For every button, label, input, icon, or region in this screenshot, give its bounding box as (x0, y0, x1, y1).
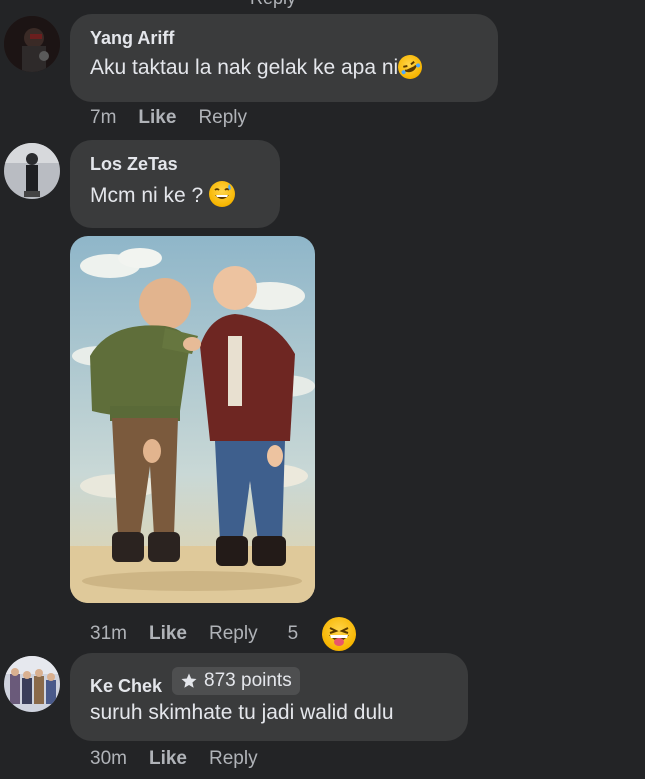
grinning-sweat-emoji-icon (209, 181, 236, 207)
comment-actions: 7m Like Reply (90, 107, 269, 129)
avatar-ke-chek[interactable] (4, 656, 60, 712)
like-button[interactable]: Like (149, 623, 187, 645)
comment-image-attachment[interactable] (70, 236, 315, 603)
comment-text: Aku taktau la nak gelak ke apa ni (90, 51, 478, 83)
like-button[interactable]: Like (138, 107, 176, 129)
comment-timestamp[interactable]: 31m (90, 623, 127, 645)
comment-author: Ke Chek 873 points (90, 667, 448, 697)
points-label: 873 points (204, 670, 292, 691)
comment-timestamp[interactable]: 30m (90, 748, 127, 770)
points-badge[interactable]: 873 points (172, 667, 300, 695)
star-icon (180, 672, 198, 690)
reaction-count[interactable]: 5 (288, 617, 379, 651)
reply-button[interactable]: Reply (209, 748, 258, 770)
comment-bubble: Ke Chek 873 points suruh skimhate tu jad… (70, 653, 468, 741)
comment-timestamp[interactable]: 7m (90, 107, 116, 129)
comment-bubble: Yang Ariff Aku taktau la nak gelak ke ap… (70, 14, 498, 102)
comment-actions: 30m Like Reply (90, 748, 280, 770)
like-button[interactable]: Like (149, 748, 187, 770)
comment-bubble: Los ZeTas Mcm ni ke ? (70, 140, 280, 228)
reply-button[interactable]: Reply (198, 107, 247, 129)
avatar-yang-ariff[interactable] (4, 16, 60, 72)
previous-reply-link[interactable]: Reply (250, 0, 296, 9)
rolling-laughing-emoji-icon (394, 51, 427, 83)
illustration-image (70, 236, 315, 603)
squinting-tongue-emoji-icon (322, 617, 357, 651)
comment-author-name[interactable]: Ke Chek (90, 676, 162, 696)
comment-text: Mcm ni ke ? (90, 181, 260, 208)
comment-thread: Reply Yang Ariff Aku taktau la nak gelak… (0, 0, 645, 779)
comment-author[interactable]: Yang Ariff (90, 28, 478, 49)
comment-text: suruh skimhate tu jadi walid dulu (90, 701, 394, 724)
comment-actions: 31m Like Reply 5 (90, 617, 378, 651)
avatar-los-zetas[interactable] (4, 143, 60, 199)
reply-button[interactable]: Reply (209, 623, 258, 645)
comment-author[interactable]: Los ZeTas (90, 154, 260, 175)
